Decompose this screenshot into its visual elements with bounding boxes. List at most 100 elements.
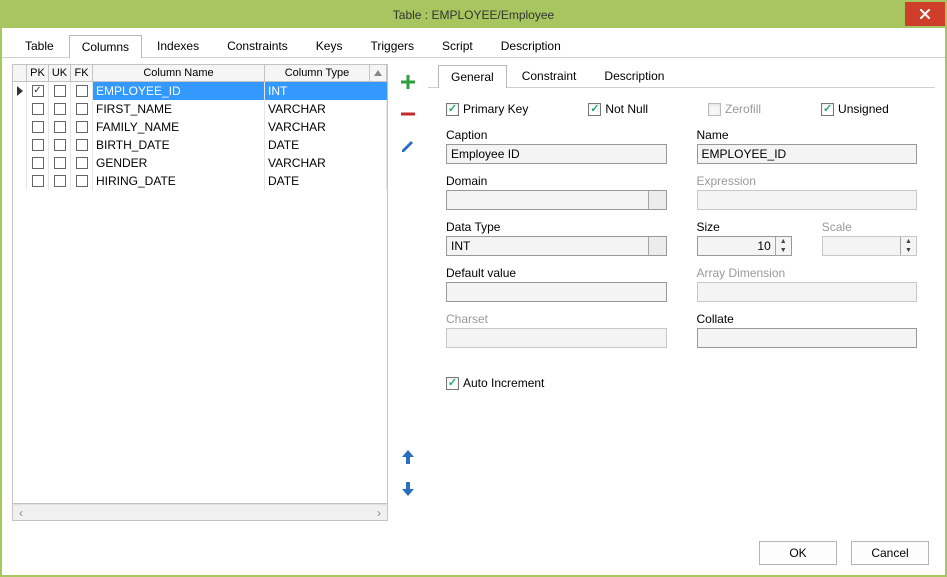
checkbox-icon xyxy=(821,103,834,116)
grid-horizontal-scrollbar[interactable]: ‹ › xyxy=(12,504,388,521)
subtab-description[interactable]: Description xyxy=(591,64,677,87)
unsigned-label: Unsigned xyxy=(838,102,889,116)
vscroll-up-icon[interactable] xyxy=(370,65,387,81)
column-type-cell[interactable]: VARCHAR xyxy=(265,118,387,136)
table-row[interactable]: GENDERVARCHAR xyxy=(13,154,387,172)
pk-checkbox[interactable] xyxy=(27,154,49,172)
subtab-general[interactable]: General xyxy=(438,65,507,88)
pk-checkbox[interactable] xyxy=(27,82,49,100)
properties-tabstrip: General Constraint Description xyxy=(428,64,935,88)
name-input[interactable]: EMPLOYEE_ID xyxy=(697,144,918,164)
checkbox-icon xyxy=(32,121,44,133)
window-close-button[interactable] xyxy=(905,2,945,26)
column-name-cell[interactable]: HIRING_DATE xyxy=(93,172,265,190)
move-up-button[interactable] xyxy=(394,443,422,471)
uk-checkbox[interactable] xyxy=(49,118,71,136)
checkbox-icon xyxy=(76,121,88,133)
uk-checkbox[interactable] xyxy=(49,136,71,154)
ok-button[interactable]: OK xyxy=(759,541,837,565)
primary-key-checkbox[interactable]: Primary Key xyxy=(446,102,528,116)
tab-indexes[interactable]: Indexes xyxy=(144,34,212,57)
column-type-cell[interactable]: INT xyxy=(265,82,387,100)
fk-checkbox[interactable] xyxy=(71,172,93,190)
column-name-cell[interactable]: FAMILY_NAME xyxy=(93,118,265,136)
row-marker xyxy=(13,172,27,190)
fk-checkbox[interactable] xyxy=(71,82,93,100)
pk-checkbox[interactable] xyxy=(27,118,49,136)
name-label: Name xyxy=(697,128,918,142)
checkbox-icon xyxy=(54,103,66,115)
uk-checkbox[interactable] xyxy=(49,172,71,190)
column-type-cell[interactable]: DATE xyxy=(265,172,387,190)
caption-input[interactable]: Employee ID xyxy=(446,144,667,164)
columns-grid[interactable]: PK UK FK Column Name Column Type EMPLOYE… xyxy=(12,64,388,504)
datatype-input[interactable]: INT xyxy=(446,236,667,256)
titlebar[interactable]: Table : EMPLOYEE/Employee xyxy=(2,2,945,28)
pk-checkbox[interactable] xyxy=(27,172,49,190)
size-spinner[interactable]: 10 ▲▼ xyxy=(697,236,792,256)
edit-column-button[interactable] xyxy=(394,132,422,160)
column-type-cell[interactable]: VARCHAR xyxy=(265,154,387,172)
grid-header-name[interactable]: Column Name xyxy=(93,65,265,81)
window-title: Table : EMPLOYEE/Employee xyxy=(393,8,554,22)
not-null-label: Not Null xyxy=(605,102,648,116)
row-marker xyxy=(13,100,27,118)
tab-constraints[interactable]: Constraints xyxy=(214,34,301,57)
checkbox-icon xyxy=(54,85,66,97)
collate-input[interactable] xyxy=(697,328,918,348)
table-row[interactable]: BIRTH_DATEDATE xyxy=(13,136,387,154)
column-name-cell[interactable]: BIRTH_DATE xyxy=(93,136,265,154)
auto-increment-checkbox[interactable]: Auto Increment xyxy=(446,376,917,390)
remove-column-button[interactable] xyxy=(394,100,422,128)
domain-input[interactable] xyxy=(446,190,667,210)
uk-checkbox[interactable] xyxy=(49,154,71,172)
charset-input xyxy=(446,328,667,348)
table-row[interactable]: FIRST_NAMEVARCHAR xyxy=(13,100,387,118)
checkbox-icon xyxy=(76,103,88,115)
column-name-cell[interactable]: GENDER xyxy=(93,154,265,172)
unsigned-checkbox[interactable]: Unsigned xyxy=(821,102,889,116)
pk-checkbox[interactable] xyxy=(27,100,49,118)
checkbox-icon xyxy=(54,121,66,133)
fk-checkbox[interactable] xyxy=(71,154,93,172)
column-name-cell[interactable]: FIRST_NAME xyxy=(93,100,265,118)
move-down-button[interactable] xyxy=(394,475,422,503)
hscroll-right-icon[interactable]: › xyxy=(371,506,387,520)
auto-increment-label: Auto Increment xyxy=(463,376,544,390)
column-type-cell[interactable]: DATE xyxy=(265,136,387,154)
default-input[interactable] xyxy=(446,282,667,302)
subtab-constraint[interactable]: Constraint xyxy=(509,64,590,87)
tab-description[interactable]: Description xyxy=(488,34,574,57)
column-name-cell[interactable]: EMPLOYEE_ID xyxy=(93,82,265,100)
checkbox-icon xyxy=(708,103,721,116)
datatype-picker-button[interactable] xyxy=(648,237,666,255)
uk-checkbox[interactable] xyxy=(49,82,71,100)
tab-script[interactable]: Script xyxy=(429,34,486,57)
tab-triggers[interactable]: Triggers xyxy=(357,34,427,57)
grid-header-type[interactable]: Column Type xyxy=(265,65,370,81)
table-row[interactable]: FAMILY_NAMEVARCHAR xyxy=(13,118,387,136)
tab-table[interactable]: Table xyxy=(12,34,67,57)
table-row[interactable]: EMPLOYEE_IDINT xyxy=(13,82,387,100)
column-type-cell[interactable]: VARCHAR xyxy=(265,100,387,118)
expression-label: Expression xyxy=(697,174,918,188)
fk-checkbox[interactable] xyxy=(71,136,93,154)
fk-checkbox[interactable] xyxy=(71,100,93,118)
tab-keys[interactable]: Keys xyxy=(303,34,356,57)
not-null-checkbox[interactable]: Not Null xyxy=(588,102,648,116)
uk-checkbox[interactable] xyxy=(49,100,71,118)
grid-header-uk[interactable]: UK xyxy=(49,65,71,81)
pk-checkbox[interactable] xyxy=(27,136,49,154)
fk-checkbox[interactable] xyxy=(71,118,93,136)
tab-columns[interactable]: Columns xyxy=(69,35,142,58)
grid-header-fk[interactable]: FK xyxy=(71,65,93,81)
main-area: PK UK FK Column Name Column Type EMPLOYE… xyxy=(2,58,945,531)
hscroll-left-icon[interactable]: ‹ xyxy=(13,506,29,520)
domain-picker-button[interactable] xyxy=(648,191,666,209)
cancel-button[interactable]: Cancel xyxy=(851,541,929,565)
add-column-button[interactable] xyxy=(394,68,422,96)
grid-header-pk[interactable]: PK xyxy=(27,65,49,81)
spinner-buttons[interactable]: ▲▼ xyxy=(775,237,791,255)
caption-label: Caption xyxy=(446,128,667,142)
table-row[interactable]: HIRING_DATEDATE xyxy=(13,172,387,190)
